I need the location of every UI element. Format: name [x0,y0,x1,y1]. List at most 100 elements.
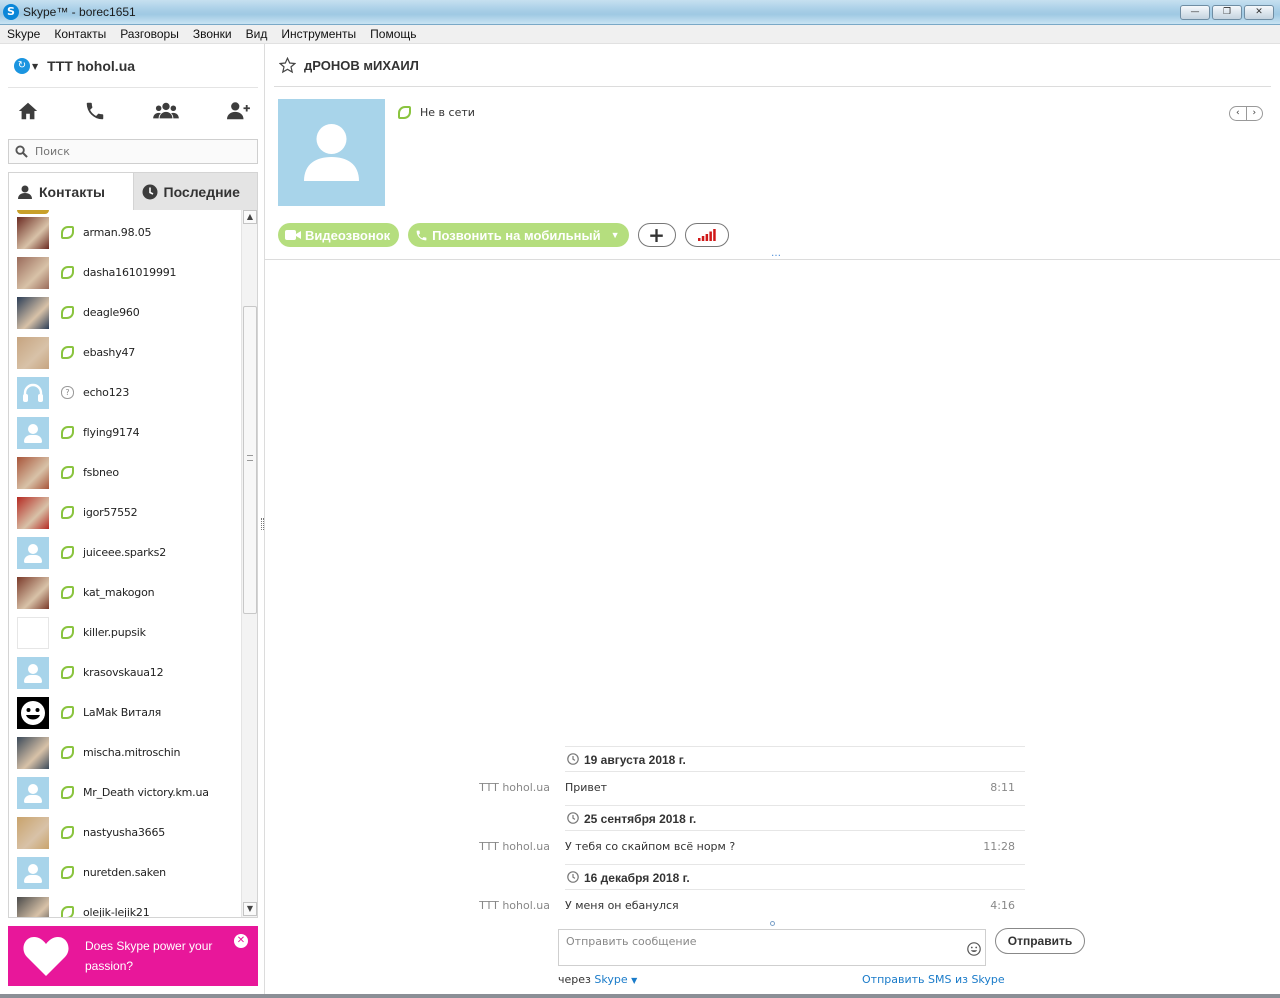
phone-icon[interactable] [84,100,106,122]
call-mobile-button[interactable]: Позвонить на мобильный ▼ [408,223,629,247]
chevron-left-icon[interactable]: ‹ [1230,107,1247,120]
send-via-prefix: через [558,973,591,986]
chevron-down-icon[interactable]: ▼ [611,230,620,240]
date-label: 19 августа 2018 г. [584,753,686,767]
skype-logo-icon: S [3,4,19,20]
maximize-button[interactable]: ❐ [1212,5,1242,20]
minimize-button[interactable]: — [1180,5,1210,20]
video-call-button[interactable]: Видеозвонок [278,223,400,247]
offline-status-icon [61,866,74,879]
contact-tabs: Контакты Последние [8,172,258,210]
tab-contacts-label: Контакты [39,183,106,200]
profile-status[interactable]: ↻ ▼ TTT hohol.ua [14,56,135,76]
avatar [17,697,49,729]
contact-row[interactable]: ? echo123 [9,374,241,414]
offline-status-icon [61,506,74,519]
composer-resize-handle[interactable] [770,921,775,926]
message-row: TTT hohol.ua Привет 8:11 [265,772,1025,804]
avatar [17,817,49,849]
menu-calls[interactable]: Звонки [186,25,239,43]
title-bar: S Skype™ - borec1651 — ❐ ✕ [0,0,1280,25]
contact-row[interactable]: Mr_Death victory.km.ua [9,774,241,814]
close-promo-button[interactable]: ✕ [234,934,248,948]
contact-row[interactable]: LaMak Виталя [9,694,241,734]
message-text: У тебя со скайпом всё норм ? [565,840,736,853]
search-input[interactable] [35,143,250,160]
avatar [17,617,49,649]
contact-name: mischa.mitroschin [83,746,181,759]
chevron-down-icon[interactable]: ▼ [32,62,38,71]
chevron-right-icon[interactable]: › [1247,107,1263,120]
message-input[interactable] [566,935,946,961]
taskbar [0,994,1280,998]
more-dots-icon[interactable]: … [771,248,782,259]
contact-name: killer.pupsik [83,626,146,639]
avatar [17,377,49,409]
contact-row[interactable]: flying9174 [9,414,241,454]
scrollbar-thumb[interactable] [243,306,257,614]
contact-row[interactable]: arman.98.05 [9,214,241,254]
contact-row[interactable]: deagle960 [9,294,241,334]
divider [274,86,1271,87]
contact-name: juiceee.sparks2 [83,546,167,559]
menu-bar: Skype Контакты Разговоры Звонки Вид Инст… [0,25,1280,44]
contact-list-scrollbar[interactable]: ▲ ▼ [241,210,257,917]
chevron-down-icon[interactable]: ▼ [631,976,637,985]
status-sync-icon[interactable]: ↻ [14,58,30,74]
contact-row[interactable]: krasovskaua12 [9,654,241,694]
avatar [17,257,49,289]
contact-row[interactable]: igor57552 [9,494,241,534]
message-sender: TTT hohol.ua [479,781,550,794]
contact-row[interactable]: nastyusha3665 [9,814,241,854]
send-sms-link[interactable]: Отправить SMS из Skype [862,973,1005,986]
tab-contacts[interactable]: Контакты [9,173,133,210]
star-icon[interactable] [279,57,296,74]
add-button[interactable]: + [637,223,676,247]
message-sender: TTT hohol.ua [479,840,550,853]
home-icon[interactable] [17,100,39,122]
menu-help[interactable]: Помощь [363,25,423,43]
offline-status-icon [61,266,74,279]
promo-banner[interactable]: Does Skype power your passion? ✕ [8,926,258,986]
clock-icon [567,753,579,765]
offline-status-icon [61,626,74,639]
avatar [17,217,49,249]
default-avatar-icon [304,124,359,181]
emoticon-icon[interactable] [967,942,981,956]
close-window-button[interactable]: ✕ [1244,5,1274,20]
contact-row[interactable]: dasha161019991 [9,254,241,294]
window-title: Skype™ - borec1651 [23,5,136,19]
contact-row[interactable]: ebashy47 [9,334,241,374]
clock-icon [567,871,579,883]
plus-icon: + [648,223,665,247]
send-button[interactable]: Отправить [995,928,1085,954]
contact-row[interactable]: mischa.mitroschin [9,734,241,774]
menu-conversations[interactable]: Разговоры [113,25,186,43]
profile-name[interactable]: TTT hohol.ua [47,58,135,74]
menu-skype[interactable]: Skype [0,25,47,43]
contact-row[interactable]: olejik-lejik21 [9,894,241,917]
add-contact-icon[interactable] [225,100,251,122]
menu-tools[interactable]: Инструменты [274,25,363,43]
offline-status-icon [61,226,74,239]
video-call-label: Видеозвонок [305,227,391,243]
menu-contacts[interactable]: Контакты [47,25,113,43]
panel-splitter[interactable] [261,518,264,530]
contact-row[interactable]: nuretden.saken [9,854,241,894]
scroll-down-arrow-icon[interactable]: ▼ [243,902,257,916]
send-via-link[interactable]: Skype [594,973,627,986]
contact-row[interactable]: fsbneo [9,454,241,494]
message-time: 8:11 [990,781,1015,794]
search-box [8,139,258,164]
contact-row[interactable]: juiceee.sparks2 [9,534,241,574]
menu-view[interactable]: Вид [239,25,275,43]
message-time: 4:16 [990,899,1015,912]
contact-row[interactable]: kat_makogon [9,574,241,614]
scroll-up-arrow-icon[interactable]: ▲ [243,210,257,224]
tab-recent[interactable]: Последние [132,173,257,210]
contact-row[interactable]: killer.pupsik [9,614,241,654]
group-icon[interactable] [152,100,180,122]
conversation-panel: дРОНОВ мИХАИЛ Не в сети ‹ › Видеозвонок … [265,44,1280,994]
call-quality-button[interactable] [684,223,729,247]
conversation-nav: ‹ › [1229,106,1263,121]
